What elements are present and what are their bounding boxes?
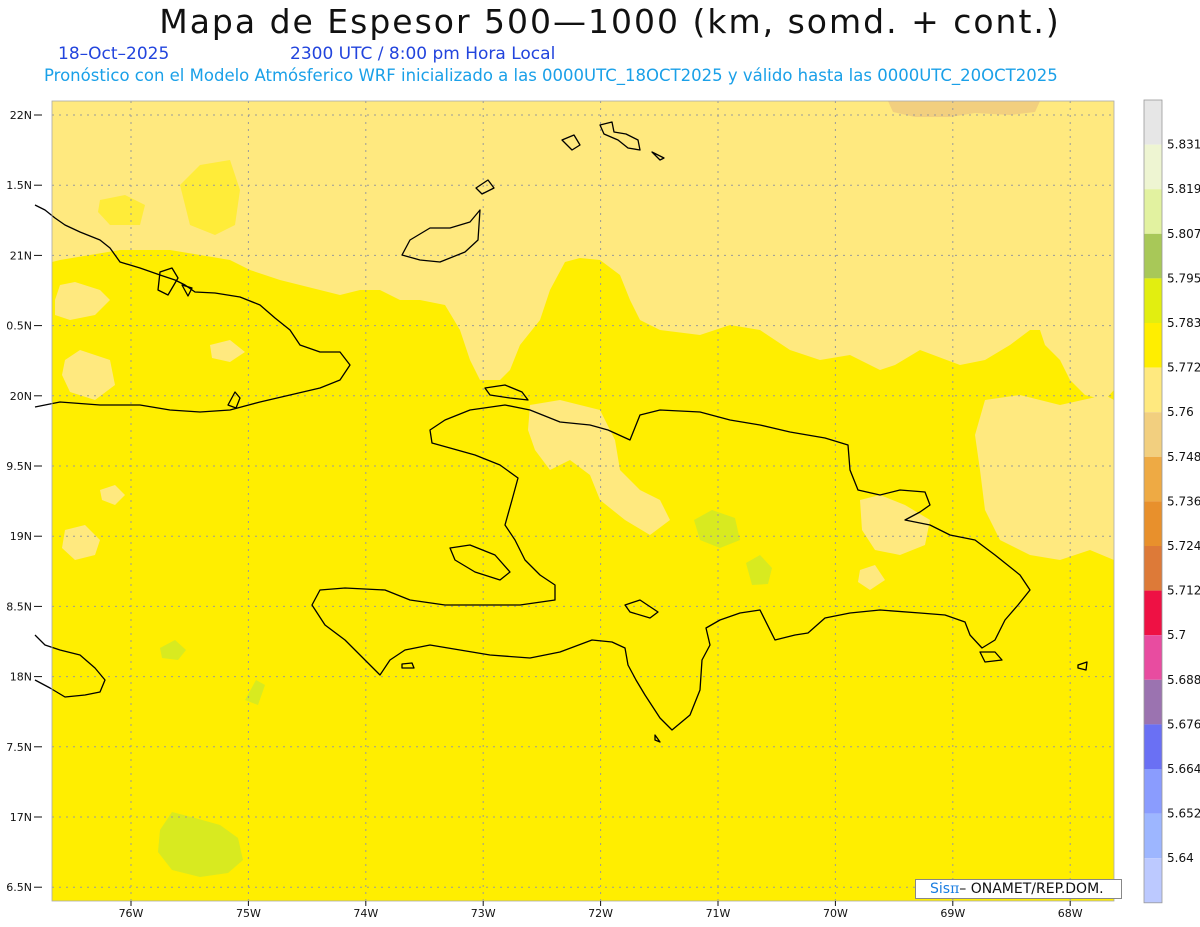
colorbar-label: 5.676 bbox=[1167, 717, 1200, 731]
colorbar-swatch bbox=[1144, 456, 1162, 502]
latitude-label: 19N bbox=[10, 530, 32, 543]
colorbar-swatch bbox=[1144, 590, 1162, 636]
credit-box: Sisπ– ONAMET/REP.DOM. bbox=[915, 879, 1122, 899]
colorbar-swatch bbox=[1144, 724, 1162, 769]
colorbar-label: 5.772 bbox=[1167, 361, 1200, 375]
colorbar-label: 5.652 bbox=[1167, 807, 1200, 821]
longitude-label: 74W bbox=[353, 907, 378, 920]
colorbar-swatch bbox=[1144, 813, 1162, 859]
colorbar-label: 5.795 bbox=[1167, 271, 1200, 285]
latitude-label: 21N bbox=[10, 249, 32, 262]
colorbar-swatch bbox=[1144, 769, 1162, 814]
longitude-label: 72W bbox=[588, 907, 613, 920]
longitude-label: 69W bbox=[940, 907, 965, 920]
colorbar-label: 5.7 bbox=[1167, 628, 1186, 642]
colorbar-label: 5.831 bbox=[1167, 138, 1200, 152]
colorbar-label: 5.748 bbox=[1167, 450, 1200, 464]
latitude-label: 20N bbox=[10, 390, 32, 403]
credit-logo-sis: Sis bbox=[930, 881, 951, 897]
colorbar-label: 5.712 bbox=[1167, 584, 1200, 598]
colorbar-label: 5.724 bbox=[1167, 539, 1200, 553]
colorbar-swatch bbox=[1144, 189, 1162, 234]
latitude-label: 22N bbox=[10, 109, 32, 122]
longitude-label: 70W bbox=[823, 907, 848, 920]
credit-logo-pi: π bbox=[950, 881, 960, 897]
colorbar-swatch bbox=[1144, 367, 1162, 413]
longitude-label: 68W bbox=[1058, 907, 1083, 920]
colorbar-label: 5.819 bbox=[1167, 182, 1200, 196]
colorbar-swatch bbox=[1144, 546, 1162, 591]
credit-text: – ONAMET/REP.DOM. bbox=[959, 881, 1104, 897]
colorbar-label: 5.664 bbox=[1167, 762, 1200, 776]
colorbar-swatch bbox=[1144, 412, 1162, 457]
thickness-map: 22N 1.5N 21N 0.5N 20N 9.5N 19N 8.5N 18N 7.5N 17N 6.… bbox=[6, 99, 1200, 920]
latitude-label: 1.5N bbox=[6, 179, 32, 192]
colorbar-swatch bbox=[1144, 144, 1162, 190]
colorbar-label: 5.736 bbox=[1167, 494, 1200, 508]
colorbar-swatch bbox=[1144, 323, 1162, 368]
colorbar-swatch bbox=[1144, 233, 1162, 279]
colorbar-swatch bbox=[1144, 501, 1162, 546]
colorbar-swatch bbox=[1144, 100, 1162, 145]
latitude-label: 7.5N bbox=[6, 741, 32, 754]
latitude-label: 17N bbox=[10, 811, 32, 824]
latitude-label: 8.5N bbox=[6, 600, 32, 613]
latitude-labels: 22N 1.5N 21N 0.5N 20N 9.5N 19N 8.5N 18N 7.5N 17N 6.… bbox=[6, 109, 42, 894]
colorbar-swatch bbox=[1144, 635, 1162, 680]
longitude-label: 76W bbox=[119, 907, 144, 920]
latitude-label: 18N bbox=[10, 671, 32, 684]
colorbar-label: 5.783 bbox=[1167, 316, 1200, 330]
colorbar-swatch bbox=[1144, 858, 1162, 903]
colorbar-label: 5.807 bbox=[1167, 227, 1200, 241]
longitude-label: 73W bbox=[471, 907, 496, 920]
colorbar-swatch bbox=[1144, 679, 1162, 725]
colorbar-label: 5.64 bbox=[1167, 851, 1194, 865]
latitude-label: 6.5N bbox=[6, 881, 32, 894]
colorbar-label: 5.76 bbox=[1167, 405, 1194, 419]
latitude-label: 0.5N bbox=[6, 320, 32, 333]
colorbar: 5.831 5.819 5.807 5.795 5.783 5.772 5.76 5.748 5… bbox=[1143, 99, 1200, 904]
longitude-label: 75W bbox=[236, 907, 261, 920]
colorbar-label: 5.688 bbox=[1167, 673, 1200, 687]
longitude-label: 71W bbox=[706, 907, 731, 920]
colorbar-swatch bbox=[1144, 278, 1162, 323]
longitude-labels: 76W 75W 74W 73W 72W 71W 70W 69W 68W bbox=[119, 901, 1083, 920]
latitude-label: 9.5N bbox=[6, 460, 32, 473]
